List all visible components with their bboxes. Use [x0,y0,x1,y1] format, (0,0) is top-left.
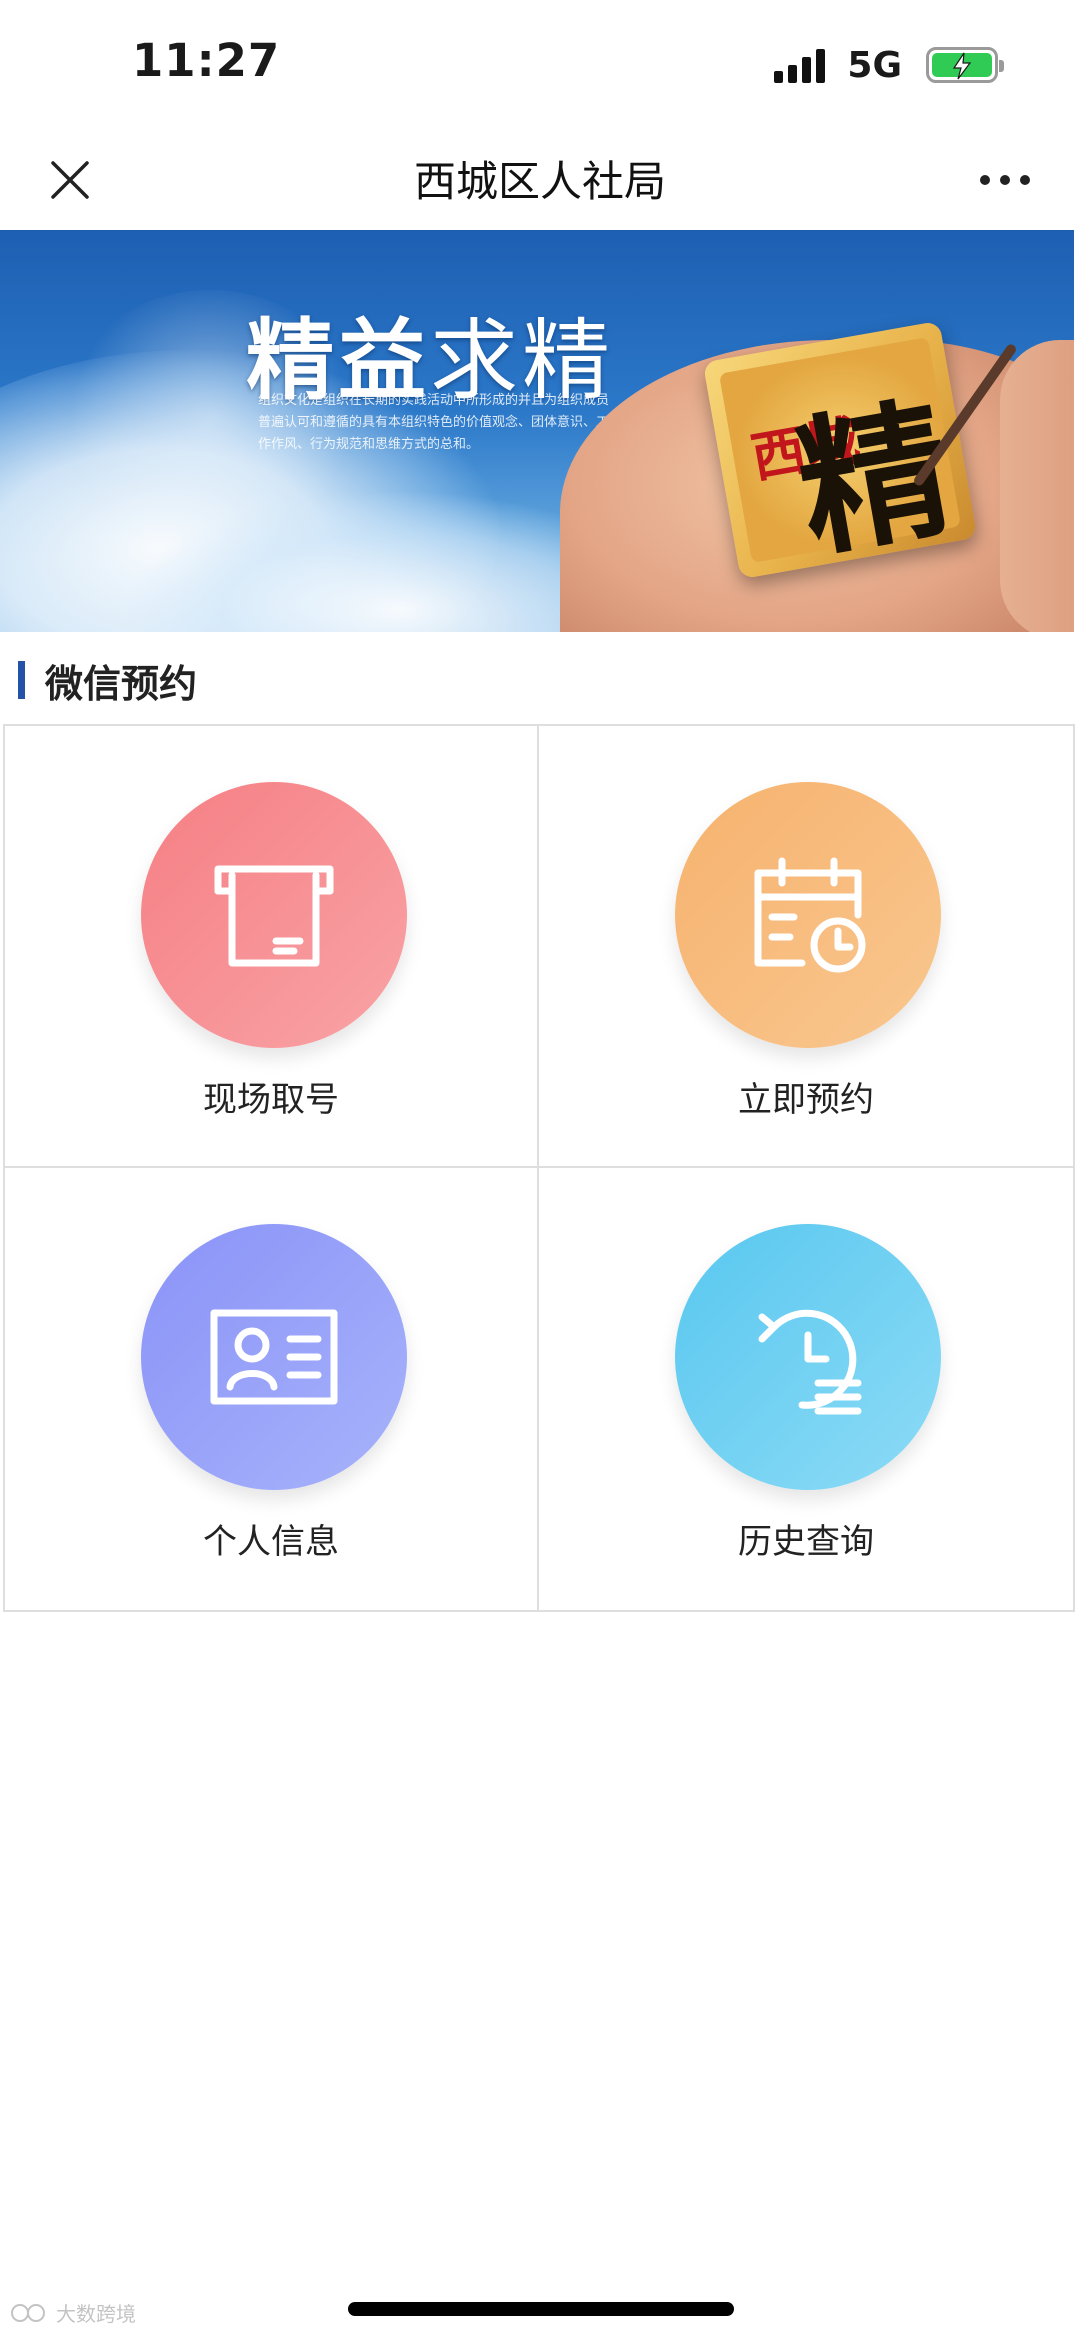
service-personal-info[interactable]: 个人信息 [5,1168,539,1610]
service-label: 现场取号 [203,1080,339,1120]
id-card-icon [210,1309,338,1405]
watermark: 大数跨境 [10,2298,136,2327]
page-title: 西城区人社局 [413,157,666,206]
nav-bar: 西城区人社局 [0,130,1080,230]
status-bar: 11:27 5G [0,0,1080,130]
service-icon-circle [675,782,941,1048]
calendar-clock-icon [754,857,866,973]
watermark-text: 大数跨境 [56,2302,136,2326]
banner-description: 组织文化是组织在长期的实践活动中所形成的并且为组织成员普遍认可和遵循的具有本组织… [258,393,610,452]
history-icon [758,1309,862,1415]
service-icon-circle [141,1224,407,1490]
service-label: 个人信息 [203,1522,339,1562]
service-icon-circle [675,1224,941,1490]
watermark-logo-icon [11,2303,45,2322]
section-header: 微信预约 [18,652,197,708]
banner-image[interactable]: 精益求精 组织文化是组织在长期的实践活动中所形成的并且为组织成员普遍认可和遵循的… [0,230,1080,632]
more-button[interactable] [970,152,1040,208]
status-indicators: 5G [774,42,1004,88]
battery-icon [926,47,1004,83]
seal-character: 精 [785,379,964,580]
status-time: 11:27 [132,34,281,87]
service-label: 历史查询 [738,1522,874,1562]
home-indicator[interactable] [348,2302,734,2316]
signal-icon [774,47,826,83]
service-label: 立即预约 [738,1080,874,1120]
network-type: 5G [847,44,902,86]
service-icon-circle [141,782,407,1048]
charging-bolt-icon [952,52,972,80]
ticket-icon [214,865,334,967]
service-onsite-ticket[interactable]: 现场取号 [5,726,539,1168]
service-book-now[interactable]: 立即预约 [539,726,1073,1168]
section-accent-bar [18,661,25,699]
service-grid: 现场取号 立即预约 个人信息 历史查询 [3,724,1075,1612]
more-dots-icon [980,175,990,185]
service-history-query[interactable]: 历史查询 [539,1168,1073,1610]
section-title: 微信预约 [45,661,198,706]
